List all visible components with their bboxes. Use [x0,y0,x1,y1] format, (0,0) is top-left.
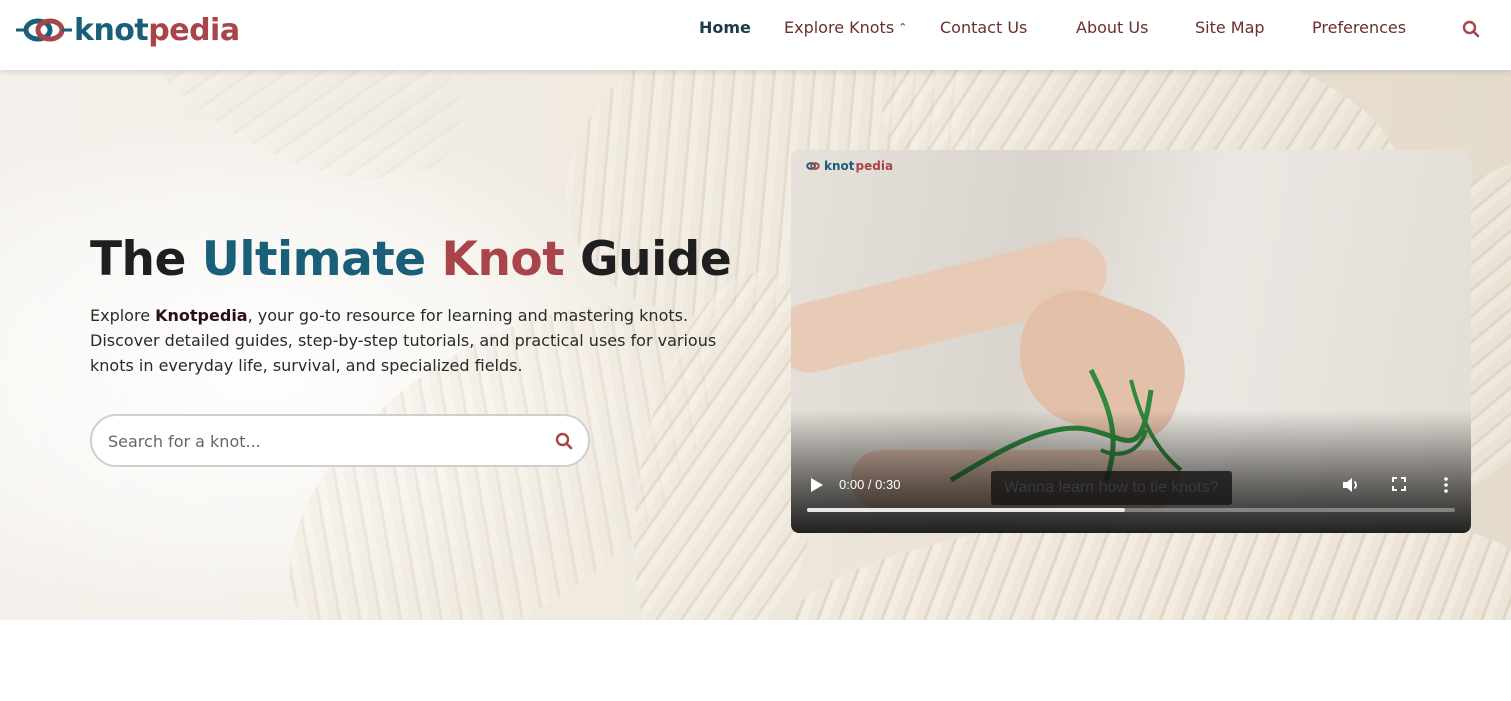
fullscreen-icon[interactable] [1392,477,1406,491]
chevron-up-icon: ⌃ [898,21,908,34]
more-options-icon[interactable] [1443,476,1449,494]
site-header: knotpedia Home Explore Knots ⌃ Contact Us… [0,0,1511,70]
rope-background-image [75,70,505,232]
video-time-display: 0:00 / 0:30 [839,477,901,492]
play-icon[interactable] [810,477,824,493]
hero-section: The Ultimate Knot Guide Explore Knotpedi… [0,70,1511,620]
volume-icon[interactable] [1342,476,1360,494]
video-progress-bar[interactable] [807,508,1455,512]
knot-search-input[interactable] [108,428,538,454]
nav-site-map[interactable]: Site Map [1195,18,1265,37]
knot-logo-icon [806,162,820,170]
intro-video-player[interactable]: knotpedia 0:00 / 0:30 Wanna learn how to… [791,150,1471,533]
site-logo[interactable]: knotpedia [16,10,240,50]
search-icon[interactable] [555,432,573,450]
nav-preferences[interactable]: Preferences [1312,18,1406,37]
nav-explore-knots-label: Explore Knots [784,18,895,37]
search-icon[interactable] [1462,20,1480,38]
nav-contact-us[interactable]: Contact Us [940,18,1027,37]
video-watermark-logo: knotpedia [804,159,893,173]
knot-search-bar [90,414,590,467]
nav-explore-knots[interactable]: Explore Knots ⌃ [784,18,907,37]
nav-about-us[interactable]: About Us [1076,18,1148,37]
hero-description: Explore Knotpedia, your go-to resource f… [90,306,717,375]
hero-title: The Ultimate Knot Guide [90,232,732,287]
main-nav: Home Explore Knots ⌃ Contact Us About Us … [690,18,1511,44]
video-caption: Wanna learn how to tie knots? [991,471,1232,505]
knot-logo-icon [16,18,72,42]
video-buffered-bar [807,508,1125,512]
nav-home[interactable]: Home [699,18,751,37]
site-logo-text: knotpedia [74,12,240,48]
video-watermark-text: knotpedia [824,159,894,173]
